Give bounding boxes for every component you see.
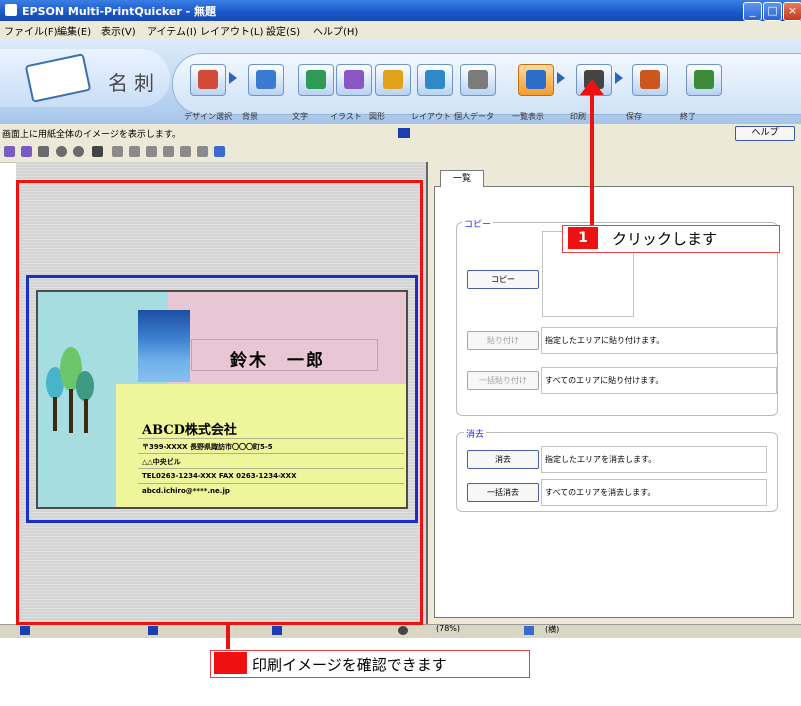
- erase-group-title: 消去: [464, 427, 487, 440]
- send-back-icon[interactable]: [129, 146, 140, 157]
- shape-icon: [383, 70, 403, 89]
- tool-label: 図形: [369, 112, 385, 121]
- prev-page-icon[interactable]: [148, 626, 158, 635]
- status-row: 画面上に用紙全体のイメージを表示します。 ヘルプ: [0, 124, 801, 143]
- step-text: クリックします: [612, 230, 718, 248]
- callout-arrow-head-icon: [580, 79, 604, 95]
- reset-icon[interactable]: [38, 146, 49, 157]
- tool-label: 一覧表示: [512, 112, 544, 121]
- align-icon[interactable]: [180, 146, 191, 157]
- first-page-icon[interactable]: [20, 626, 30, 635]
- zoom-in-icon[interactable]: [56, 146, 67, 157]
- status-message: 画面上に用紙全体のイメージを表示します。: [2, 130, 181, 140]
- menu-help[interactable]: ヘルプ(H): [313, 23, 358, 38]
- illustration-icon: [344, 70, 364, 89]
- preview-callout-marker: [214, 652, 247, 674]
- menu-item[interactable]: アイテム(I): [147, 23, 197, 38]
- tool-personal-data[interactable]: [460, 64, 496, 96]
- play-icon[interactable]: [398, 128, 410, 138]
- preview-highlight-frame: [16, 180, 423, 625]
- undo-icon[interactable]: [4, 146, 15, 157]
- menu-bar: ファイル(F) 編集(E) 表示(V) アイテム(I) レイアウト(L) 設定(…: [0, 21, 801, 40]
- exit-icon: [694, 70, 714, 89]
- erase-all-description: すべてのエリアを消去します。: [545, 488, 656, 497]
- preview-callout-stem: [226, 625, 230, 649]
- step-number: 1: [568, 227, 598, 249]
- tool-layout[interactable]: [417, 64, 453, 96]
- menu-edit[interactable]: 編集(E): [57, 23, 91, 38]
- tool-label: イラスト: [330, 112, 362, 121]
- edit-tool-icon[interactable]: [214, 146, 225, 157]
- group-icon[interactable]: [146, 146, 157, 157]
- list-view-icon: [526, 70, 546, 89]
- flow-arrow-icon: [557, 72, 565, 84]
- menu-settings[interactable]: 設定(S): [266, 23, 300, 38]
- close-button[interactable]: ×: [783, 2, 801, 21]
- personal-data-icon: [468, 70, 488, 89]
- tool-exit[interactable]: [686, 64, 722, 96]
- app-icon: [5, 4, 17, 16]
- zoom-out-icon[interactable]: [73, 146, 84, 157]
- minimize-button[interactable]: _: [743, 2, 762, 21]
- tool-label: 文字: [292, 112, 308, 121]
- menu-file[interactable]: ファイル(F): [4, 23, 58, 38]
- copy-button[interactable]: コピー: [467, 270, 539, 289]
- preview-callout-text: 印刷イメージを確認できます: [252, 656, 447, 674]
- edit-icon-bar: [0, 142, 801, 163]
- design-select-icon: [198, 70, 218, 89]
- paste-description: 指定したエリアに貼り付けます。: [545, 336, 665, 345]
- layout-icon: [425, 70, 445, 89]
- window-title: EPSON Multi-PrintQuicker - 無題: [22, 5, 216, 18]
- tool-label: レイアウト: [411, 112, 451, 121]
- zoom-level: (78%): [436, 624, 461, 633]
- paste-button[interactable]: 貼り付け: [467, 331, 539, 350]
- text-icon: [306, 70, 326, 89]
- flow-arrow-icon: [615, 72, 623, 84]
- background-icon: [256, 70, 276, 89]
- help-button[interactable]: ヘルプ: [735, 126, 795, 141]
- tool-label: 保存: [626, 112, 642, 121]
- maximize-button[interactable]: □: [763, 2, 782, 21]
- erase-description: 指定したエリアを消去します。: [545, 455, 657, 464]
- menu-layout[interactable]: レイアウト(L): [200, 23, 263, 38]
- tool-label: 背景: [242, 112, 258, 121]
- erase-button[interactable]: 消去: [467, 450, 539, 469]
- delete-icon[interactable]: [92, 146, 103, 157]
- tool-label: デザイン選択: [184, 112, 232, 121]
- zoom-icon[interactable]: [398, 626, 408, 635]
- tool-shape[interactable]: [375, 64, 411, 96]
- erase-all-button[interactable]: 一括消去: [467, 483, 539, 502]
- copy-group-title: コピー: [462, 217, 494, 230]
- tool-label: 個人データ: [454, 112, 494, 121]
- orientation-icon[interactable]: [524, 626, 534, 635]
- tool-buttons: デザイン選択 背景 文字 イラスト 図形 レイアウト 個人データ 一覧表示 印刷 保存 終了: [0, 39, 801, 124]
- paste-all-button[interactable]: 一括貼り付け: [467, 371, 539, 390]
- title-bar: EPSON Multi-PrintQuicker - 無題 _ □ ×: [0, 0, 801, 21]
- tab-list[interactable]: 一覧: [440, 170, 484, 187]
- save-icon: [640, 70, 660, 89]
- tool-text[interactable]: [298, 64, 334, 96]
- tool-label: 終了: [680, 112, 696, 121]
- callout-arrow-line: [590, 85, 594, 227]
- paste-all-description: すべてのエリアに貼り付けます。: [545, 376, 664, 385]
- tool-background[interactable]: [248, 64, 284, 96]
- orientation-label: (横): [545, 625, 560, 634]
- next-page-icon[interactable]: [272, 626, 282, 635]
- tool-save[interactable]: [632, 64, 668, 96]
- redo-icon[interactable]: [21, 146, 32, 157]
- main-toolbar: 名刺 デザイン選択 背景 文字 イラスト 図形 レイアウト 個人データ 一覧表示 印刷 保存 終了: [0, 39, 801, 125]
- flow-arrow-icon: [229, 72, 237, 84]
- ungroup-icon[interactable]: [163, 146, 174, 157]
- distribute-icon[interactable]: [197, 146, 208, 157]
- tool-list-view[interactable]: [518, 64, 554, 96]
- tool-label: 印刷: [570, 112, 586, 121]
- bring-front-icon[interactable]: [112, 146, 123, 157]
- tool-illustration[interactable]: [336, 64, 372, 96]
- menu-view[interactable]: 表示(V): [101, 23, 136, 38]
- tool-design-select[interactable]: [190, 64, 226, 96]
